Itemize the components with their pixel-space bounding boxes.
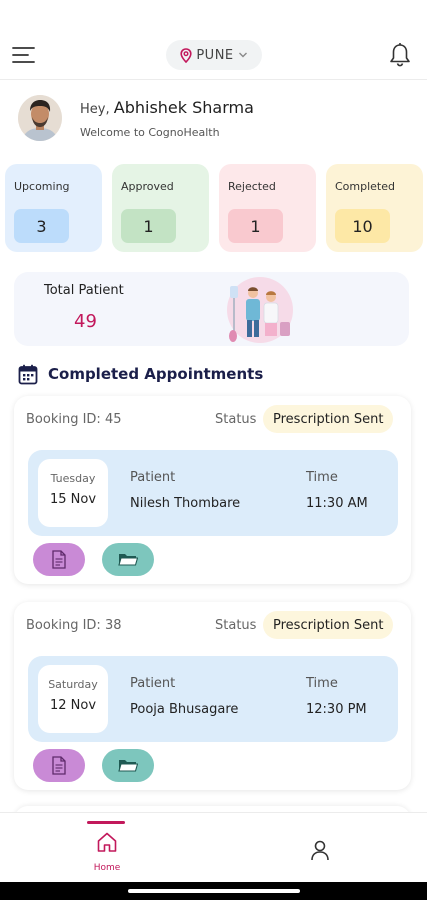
- chevron-down-icon: [238, 52, 247, 58]
- status-label: Status: [215, 618, 257, 633]
- booking-id: Booking ID: 38: [26, 618, 122, 633]
- home-gesture-handle[interactable]: [128, 889, 300, 893]
- appointment-time: 11:30 AM: [306, 496, 368, 511]
- booking-id: Booking ID: 45: [26, 412, 122, 427]
- avatar[interactable]: [18, 95, 62, 141]
- date-box: Tuesday 15 Nov: [38, 459, 108, 527]
- stat-value: 1: [121, 209, 176, 243]
- location-selector[interactable]: PUNE: [166, 40, 262, 70]
- bottom-navigation: Home: [0, 812, 427, 882]
- appointment-card[interactable]: Booking ID: 45 Status Prescription Sent …: [14, 396, 411, 584]
- status-badge: Prescription Sent: [263, 611, 394, 639]
- time-label: Time: [306, 676, 338, 691]
- prescription-document-button[interactable]: [33, 749, 85, 782]
- open-folder-button[interactable]: [102, 749, 154, 782]
- time-label: Time: [306, 470, 338, 485]
- patient-name: Pooja Bhusagare: [130, 702, 239, 717]
- open-folder-button[interactable]: [102, 543, 154, 576]
- total-patient-card[interactable]: Total Patient 49: [14, 272, 409, 346]
- calendar-icon: [18, 364, 38, 384]
- stat-label: Rejected: [228, 180, 276, 193]
- appointment-details: Saturday 12 Nov Patient Pooja Bhusagare …: [28, 656, 398, 742]
- user-name: Abhishek Sharma: [113, 98, 254, 117]
- greeting-text: Hey, Abhishek Sharma: [80, 98, 254, 117]
- section-header: Completed Appointments: [18, 362, 418, 386]
- nav-home[interactable]: Home: [82, 813, 132, 881]
- stat-value: 3: [14, 209, 69, 243]
- nav-home-label: Home: [93, 863, 121, 873]
- patient-name: Nilesh Thombare: [130, 496, 241, 511]
- total-patient-label: Total Patient: [44, 283, 124, 298]
- appointment-date: 15 Nov: [49, 492, 97, 507]
- active-indicator: [87, 821, 125, 824]
- stat-value: 1: [228, 209, 283, 243]
- date-box: Saturday 12 Nov: [38, 665, 108, 733]
- stat-label: Approved: [121, 180, 174, 193]
- appointment-card[interactable]: Booking ID: 38 Status Prescription Sent …: [14, 602, 411, 790]
- top-bar: PUNE: [0, 0, 427, 80]
- appointment-day: Saturday: [48, 678, 98, 691]
- appointment-day: Tuesday: [50, 472, 96, 485]
- location-label: PUNE: [196, 47, 234, 63]
- patient-label: Patient: [130, 676, 176, 691]
- home-icon: [97, 832, 117, 852]
- status-label: Status: [215, 412, 257, 427]
- section-title: Completed Appointments: [48, 365, 264, 383]
- stat-value: 10: [335, 209, 390, 243]
- prescription-document-button[interactable]: [33, 543, 85, 576]
- stat-card-rejected[interactable]: Rejected 1: [219, 164, 316, 252]
- greeting-hey: Hey,: [80, 102, 110, 117]
- stat-label: Completed: [335, 180, 395, 193]
- document-icon: [52, 756, 66, 775]
- status-badge: Prescription Sent: [263, 405, 394, 433]
- welcome-text: Welcome to CognoHealth: [80, 126, 220, 139]
- appointment-details: Tuesday 15 Nov Patient Nilesh Thombare T…: [28, 450, 398, 536]
- greeting-section: Hey, Abhishek Sharma Welcome to CognoHea…: [18, 95, 418, 145]
- document-icon: [52, 550, 66, 569]
- appointment-time: 12:30 PM: [306, 702, 367, 717]
- stat-card-completed[interactable]: Completed 10: [326, 164, 423, 252]
- user-icon[interactable]: [309, 839, 331, 861]
- user-avatar-image: [18, 95, 62, 141]
- patient-label: Patient: [130, 470, 176, 485]
- stat-card-upcoming[interactable]: Upcoming 3: [5, 164, 102, 252]
- stat-label: Upcoming: [14, 180, 70, 193]
- folder-icon: [118, 760, 138, 772]
- appointment-date: 12 Nov: [49, 698, 97, 713]
- folder-icon: [118, 554, 138, 566]
- total-patient-value: 49: [74, 311, 97, 332]
- stat-card-approved[interactable]: Approved 1: [112, 164, 209, 252]
- doctor-nurse-illustration: [227, 277, 293, 343]
- system-navigation-bar: [0, 882, 427, 900]
- bell-icon[interactable]: [388, 42, 412, 68]
- location-pin-icon: [180, 47, 192, 63]
- hamburger-menu-icon[interactable]: [12, 44, 36, 66]
